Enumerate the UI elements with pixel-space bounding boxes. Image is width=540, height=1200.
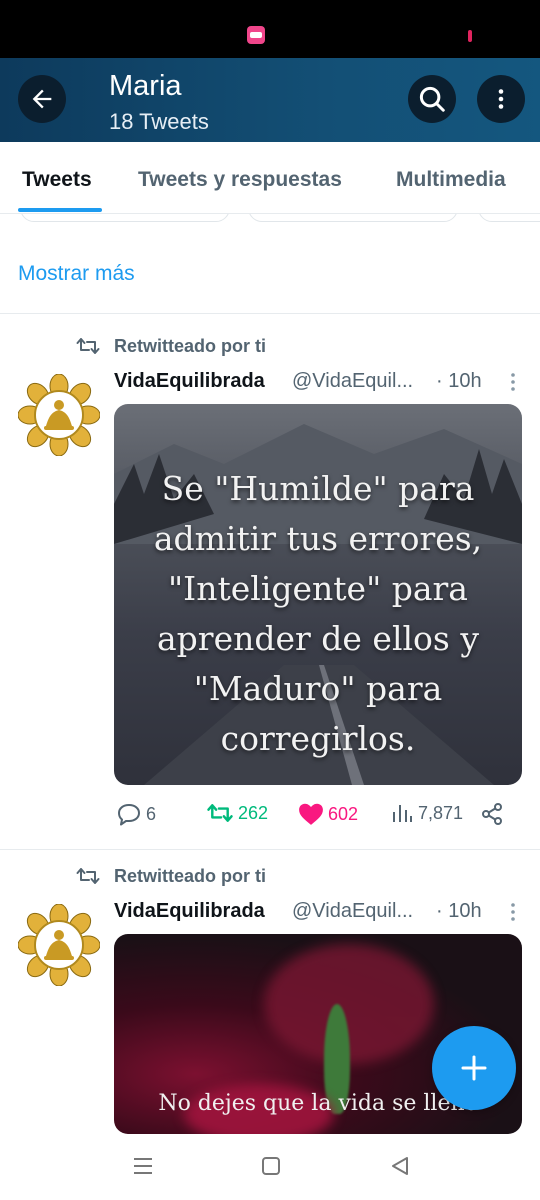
show-more-link[interactable]: Mostrar más — [18, 262, 135, 286]
analytics-icon — [393, 805, 412, 822]
tweet-count: 18 Tweets — [109, 109, 209, 134]
search-button[interactable] — [408, 75, 456, 123]
menu-lines-icon — [134, 1158, 152, 1174]
system-navigation-bar — [0, 1134, 540, 1200]
system-back-button[interactable] — [390, 1154, 410, 1183]
tweet[interactable]: Retwitteado por ti VidaEquilibrada @Vida… — [0, 334, 540, 849]
status-bar — [0, 0, 540, 58]
like-count: 602 — [328, 803, 359, 824]
retweet-icon — [207, 804, 233, 822]
author-name[interactable]: VidaEquilibrada — [114, 900, 265, 923]
profile-header: Maria 18 Tweets — [0, 58, 540, 142]
profile-tabs: Tweets Tweets y respuestas Multimedia — [0, 142, 540, 214]
tweet-menu-button[interactable] — [508, 902, 518, 928]
tweet-header: VidaEquilibrada @VidaEquil... · 10h — [114, 370, 524, 396]
avatar[interactable] — [17, 903, 101, 987]
retweet-icon — [76, 868, 100, 884]
quote-line: aprender de ellos y — [157, 619, 479, 658]
suggestion-chip[interactable] — [20, 214, 230, 222]
divider — [0, 313, 540, 314]
tweet-actions: 6 262 602 7,871 — [114, 802, 522, 832]
home-button[interactable] — [261, 1154, 281, 1183]
retweet-icon — [76, 338, 100, 354]
quote-line: Se "Humilde" para — [161, 469, 475, 508]
tweet-time: · 10h — [436, 900, 482, 922]
quote-line: corregirlos. — [220, 719, 416, 758]
lotus-buddha-icon — [17, 903, 101, 987]
retweet-button[interactable]: 262 — [206, 802, 268, 824]
status-indicator-icon — [468, 30, 472, 42]
tweet-menu-button[interactable] — [508, 372, 518, 398]
tweet-time: · 10h — [436, 370, 482, 392]
share-button[interactable] — [480, 802, 508, 826]
suggestion-chip[interactable] — [478, 214, 540, 222]
divider — [0, 849, 540, 850]
lotus-buddha-icon — [17, 373, 101, 457]
views-button[interactable]: 7,871 — [390, 802, 463, 824]
retweet-context: Retwitteado por ti — [76, 334, 266, 358]
suggestion-chips — [0, 214, 540, 224]
author-handle[interactable]: @VidaEquil... — [292, 900, 413, 923]
more-vertical-icon — [511, 373, 515, 391]
reply-button[interactable]: 6 — [116, 802, 156, 826]
retweet-context: Retwitteado por ti — [76, 864, 266, 888]
quote-line: "Inteligente" para — [168, 569, 468, 608]
triangle-back-icon — [392, 1157, 408, 1175]
tweet-header: VidaEquilibrada @VidaEquil... · 10h — [114, 900, 524, 926]
search-icon — [419, 86, 445, 112]
tab-tweets[interactable]: Tweets — [22, 168, 92, 192]
active-tab-indicator — [18, 208, 102, 212]
quote-line: "Maduro" para — [193, 669, 443, 708]
compose-tweet-button[interactable] — [432, 1026, 516, 1110]
arrow-left-icon — [32, 89, 52, 109]
suggestion-chip[interactable] — [248, 214, 458, 222]
retweet-label: Retwitteado por ti — [114, 335, 266, 356]
author-name[interactable]: VidaEquilibrada — [114, 370, 265, 393]
like-button[interactable]: 602 — [298, 802, 358, 826]
plus-icon — [461, 1055, 487, 1081]
profile-name: Maria — [109, 70, 182, 102]
more-vertical-icon — [498, 89, 504, 109]
views-count: 7,871 — [418, 802, 464, 823]
retweet-count: 262 — [238, 802, 269, 823]
app-notification-icon — [247, 26, 265, 44]
tweet-image[interactable]: Se "Humilde" para admitir tus errores, "… — [114, 404, 522, 785]
tab-tweets-and-replies[interactable]: Tweets y respuestas — [138, 168, 342, 192]
square-icon — [262, 1157, 280, 1175]
more-vertical-icon — [511, 903, 515, 921]
author-handle[interactable]: @VidaEquil... — [292, 370, 413, 393]
reply-count: 6 — [146, 803, 157, 824]
more-options-button[interactable] — [477, 75, 525, 123]
image-quote-text: Se "Humilde" para admitir tus errores, "… — [114, 464, 522, 764]
back-button[interactable] — [18, 75, 66, 123]
quote-line: admitir tus errores, — [153, 519, 483, 558]
recent-apps-button[interactable] — [132, 1154, 154, 1183]
share-icon — [482, 803, 502, 825]
avatar[interactable] — [17, 373, 101, 457]
heart-filled-icon — [299, 803, 323, 825]
retweet-label: Retwitteado por ti — [114, 865, 266, 886]
reply-icon — [118, 804, 140, 826]
tab-media[interactable]: Multimedia — [396, 168, 506, 192]
